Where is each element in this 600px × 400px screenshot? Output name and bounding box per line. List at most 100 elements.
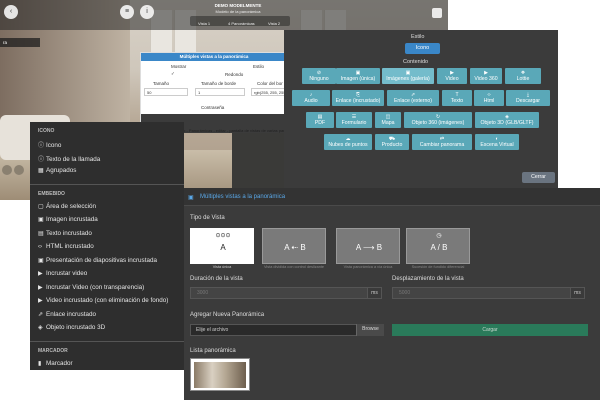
tour-subtitle: Modelo de la panorámica [215, 9, 261, 14]
content-button[interactable]: ⛟ Producto [375, 134, 409, 150]
view-type-diagram: A ⟶ B [355, 243, 383, 252]
views-left-label: Vista 1 [198, 21, 211, 26]
cube-icon: ◈ [38, 325, 43, 331]
menu-item[interactable]: ⓘ Icono [38, 140, 61, 149]
views-bar[interactable]: Vista 1 4 Panorámicas Vista 2 [190, 16, 290, 26]
border-size-input[interactable]: 1 [195, 88, 245, 96]
duration-input[interactable]: 3000 [190, 287, 372, 299]
menu-section-title: MARCADOR [38, 347, 68, 354]
browse-button[interactable]: Browse [356, 324, 384, 336]
menu-item[interactable]: ▢ Área de selección [38, 203, 96, 210]
picker-content-label: Contenido [403, 59, 429, 65]
content-button-label: Enlace (externo) [393, 98, 433, 104]
scroll-input[interactable]: 5000 [392, 287, 574, 299]
menu-item[interactable]: ▣ Imagen incrustada [38, 216, 98, 223]
screenshot-composite: ‹ ≡ i DEMO MODELMENTE Modelo de la panor… [0, 0, 600, 400]
content-button[interactable]: ⤓ Descargar [506, 90, 550, 106]
content-button[interactable]: ◈ Objeto 3D (GLB/GLTF) [475, 112, 539, 128]
content-button[interactable]: ♪ Audio [292, 90, 330, 106]
content-button[interactable]: ◫ Mapa [375, 112, 401, 128]
menu-item-label: Incrustar Video (con transparencia) [46, 283, 145, 291]
menu-divider [30, 340, 184, 342]
menu-item-label: Texto incrustado [46, 229, 92, 237]
content-button[interactable]: T Texto [442, 90, 472, 106]
content-button[interactable]: ▣ Imágenes (galería) [382, 68, 434, 84]
upload-button[interactable]: Cargar [392, 324, 588, 336]
menu-item[interactable]: ▶ Incrustar video [38, 270, 87, 277]
image-icon: ▣ [38, 217, 44, 223]
content-button-label: Texto [450, 98, 464, 104]
content-button[interactable]: ⊘ Ninguno [302, 68, 336, 84]
menu-item[interactable]: ▮ Marcador [38, 360, 73, 367]
menu-item[interactable]: ⓘ Texto de la llamada [38, 154, 100, 163]
menu-item[interactable]: ▶ Incrustar Video (con transparencia) [38, 284, 144, 291]
view-type-icons: ◷ [436, 233, 442, 239]
show-label: Mostrar [171, 64, 187, 69]
close-button[interactable]: Cerrar [522, 172, 555, 183]
menu-icon[interactable]: ≡ [120, 5, 134, 19]
content-button[interactable]: ↻ Objeto 360 (imágenes) [404, 112, 472, 128]
scroll-unit: ms [570, 287, 585, 299]
menu-item[interactable]: ‹› HTML incrustado [38, 243, 94, 250]
content-type-picker: Estilo Icono Contenido ⊘ Ninguno ▣ Imagen (… [284, 30, 558, 188]
panorama-thumbnail[interactable] [190, 358, 250, 391]
video-icon: ▶ [38, 284, 43, 291]
content-button[interactable]: ▤ PDF [306, 112, 334, 128]
back-icon[interactable]: ‹ [4, 5, 18, 19]
menu-item-label: Imagen incrustada [46, 216, 98, 223]
info-circle-icon: ⓘ [38, 143, 45, 149]
file-input[interactable]: Elije el archivo [190, 324, 384, 336]
size-input[interactable]: 50 [144, 88, 188, 96]
style-select[interactable]: Redondo [225, 72, 243, 77]
content-button-label: Html [483, 98, 495, 104]
content-button-label: Descargar [516, 98, 540, 104]
content-button[interactable]: ☰ Formulario [336, 112, 372, 128]
panorama-list-label: Lista panorámica [190, 348, 236, 354]
style-dropdown-button[interactable]: Icono [405, 43, 440, 54]
fullscreen-icon[interactable] [432, 8, 442, 18]
menu-item[interactable]: ◈ Objeto incrustado 3D [38, 324, 105, 331]
show-checkbox[interactable]: ✓ [171, 71, 175, 77]
view-type-card[interactable]: ⊙⊙⊙ A [190, 228, 254, 264]
content-button[interactable]: ◐ Escena Virtual [475, 134, 519, 150]
size-label: Tamaño [153, 81, 170, 86]
multiple-views-form: ▣ Múltiples vistas a la panorámica Tipo … [184, 188, 600, 400]
view-type-card[interactable]: A ⟶ B [336, 228, 400, 264]
menu-item[interactable]: ▶ Video incrustado (con eliminación de fo… [38, 297, 168, 304]
menu-item[interactable]: ▤ Texto incrustado [38, 230, 92, 237]
content-button[interactable]: ☁ Nubes de puntos [324, 134, 372, 150]
content-button-label: Imagen (única) [340, 76, 376, 82]
group-icon: ▦ [38, 168, 44, 174]
info-circle-icon: ⓘ [38, 156, 45, 163]
viewer-top-bar: ‹ ≡ i DEMO MODELMENTE Modelo de la panor… [0, 0, 448, 30]
content-button-label: Cambiar panorama [419, 142, 465, 148]
menu-item[interactable]: ▦ Agrupados [38, 167, 76, 174]
border-color-label: Color del bor [257, 81, 283, 86]
menu-item[interactable]: ▣ Presentación de diapositivas incrustada [38, 257, 157, 264]
content-button[interactable]: ▶ Video 360 [470, 68, 502, 84]
scene-decor [2, 165, 12, 175]
text-icon: ▤ [38, 230, 44, 237]
code-icon: ‹› [38, 244, 42, 250]
content-button[interactable]: ⇄ Cambiar panorama [412, 134, 472, 150]
view-type-card[interactable]: A ⇠ B [262, 228, 326, 264]
hotspot-type-menu: ICONO ⓘ Icono ⓘ Texto de la llamada ▦ Agrupado… [30, 122, 184, 370]
content-button[interactable]: ❖ Lottie [505, 68, 541, 84]
menu-item[interactable]: ⇗ Enlace incrustado [38, 311, 96, 318]
duration-unit: ms [367, 287, 382, 299]
info-icon[interactable]: i [140, 5, 154, 19]
content-button[interactable]: ‹› Html [474, 90, 504, 106]
content-button[interactable]: ▶ Video [437, 68, 467, 84]
multiple-views-settings-panel: Múltiples vistas a la panorámica Mostrar… [140, 52, 289, 133]
view-type-label: Tipo de Vista [190, 215, 225, 221]
content-button[interactable]: ⎘ Enlace (incrustado) [332, 90, 384, 106]
view-type-card[interactable]: ◷ A / B [406, 228, 470, 264]
panorama-thumbnail-image [194, 362, 246, 388]
content-button-label: Formulario [341, 120, 367, 126]
menu-item-label: Icono [46, 142, 62, 149]
picker-style-label: Estilo [411, 34, 425, 40]
menu-item-label: Área de selección [46, 202, 97, 210]
scene-dropdown[interactable]: ra [0, 38, 40, 47]
content-button[interactable]: ▣ Imagen (única) [336, 68, 380, 84]
content-button[interactable]: ⇗ Enlace (externo) [387, 90, 439, 106]
